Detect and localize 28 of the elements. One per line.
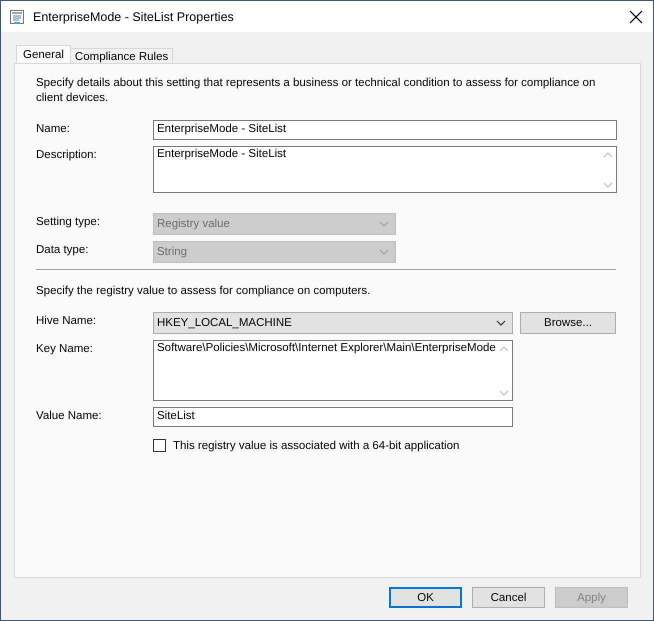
field-label: Hive Name: xyxy=(36,314,98,327)
scroll-up-icon[interactable] xyxy=(499,346,509,352)
text-area[interactable]: EnterpriseMode - SiteList xyxy=(153,146,617,193)
tab[interactable]: General xyxy=(16,45,71,63)
field-label: Setting type: xyxy=(36,215,101,228)
properties-icon xyxy=(9,8,25,24)
dropdown[interactable]: HKEY_LOCAL_MACHINE xyxy=(153,312,513,334)
registry-intro-text: Specify the registry value to assess for compliance on computers. xyxy=(36,285,372,297)
browse-button[interactable]: Browse... xyxy=(520,312,616,334)
text-field[interactable]: EnterpriseMode - SiteList xyxy=(153,120,617,140)
field-label: Value Name: xyxy=(36,409,103,422)
checkbox-label[interactable]: This registry value is associated with a 64-bit application xyxy=(173,440,460,452)
scroll-up-icon[interactable] xyxy=(603,152,613,158)
text-area[interactable]: Software\Policies\Microsoft\Internet Explorer\Main\EnterpriseMode xyxy=(153,340,513,401)
field-label: Key Name: xyxy=(36,342,94,355)
text-field[interactable]: SiteList xyxy=(153,407,513,427)
field-label: Description: xyxy=(36,148,98,161)
field-label: Data type: xyxy=(36,243,90,256)
scroll-down-icon[interactable] xyxy=(603,182,613,188)
scroll-down-icon[interactable] xyxy=(499,390,509,396)
checkbox[interactable] xyxy=(153,439,166,452)
close-icon[interactable] xyxy=(629,10,643,24)
dialog-button[interactable]: OK xyxy=(389,587,462,608)
field-label: Name: xyxy=(36,122,71,135)
tab[interactable]: Compliance Rules xyxy=(70,48,174,63)
window-title: EnterpriseMode - SiteList Properties xyxy=(33,10,235,24)
intro-text: Specify details about this setting that represents a business or technical condition to assess for compliance on client devices. xyxy=(36,76,596,106)
dialog-button[interactable]: Cancel xyxy=(472,587,545,608)
